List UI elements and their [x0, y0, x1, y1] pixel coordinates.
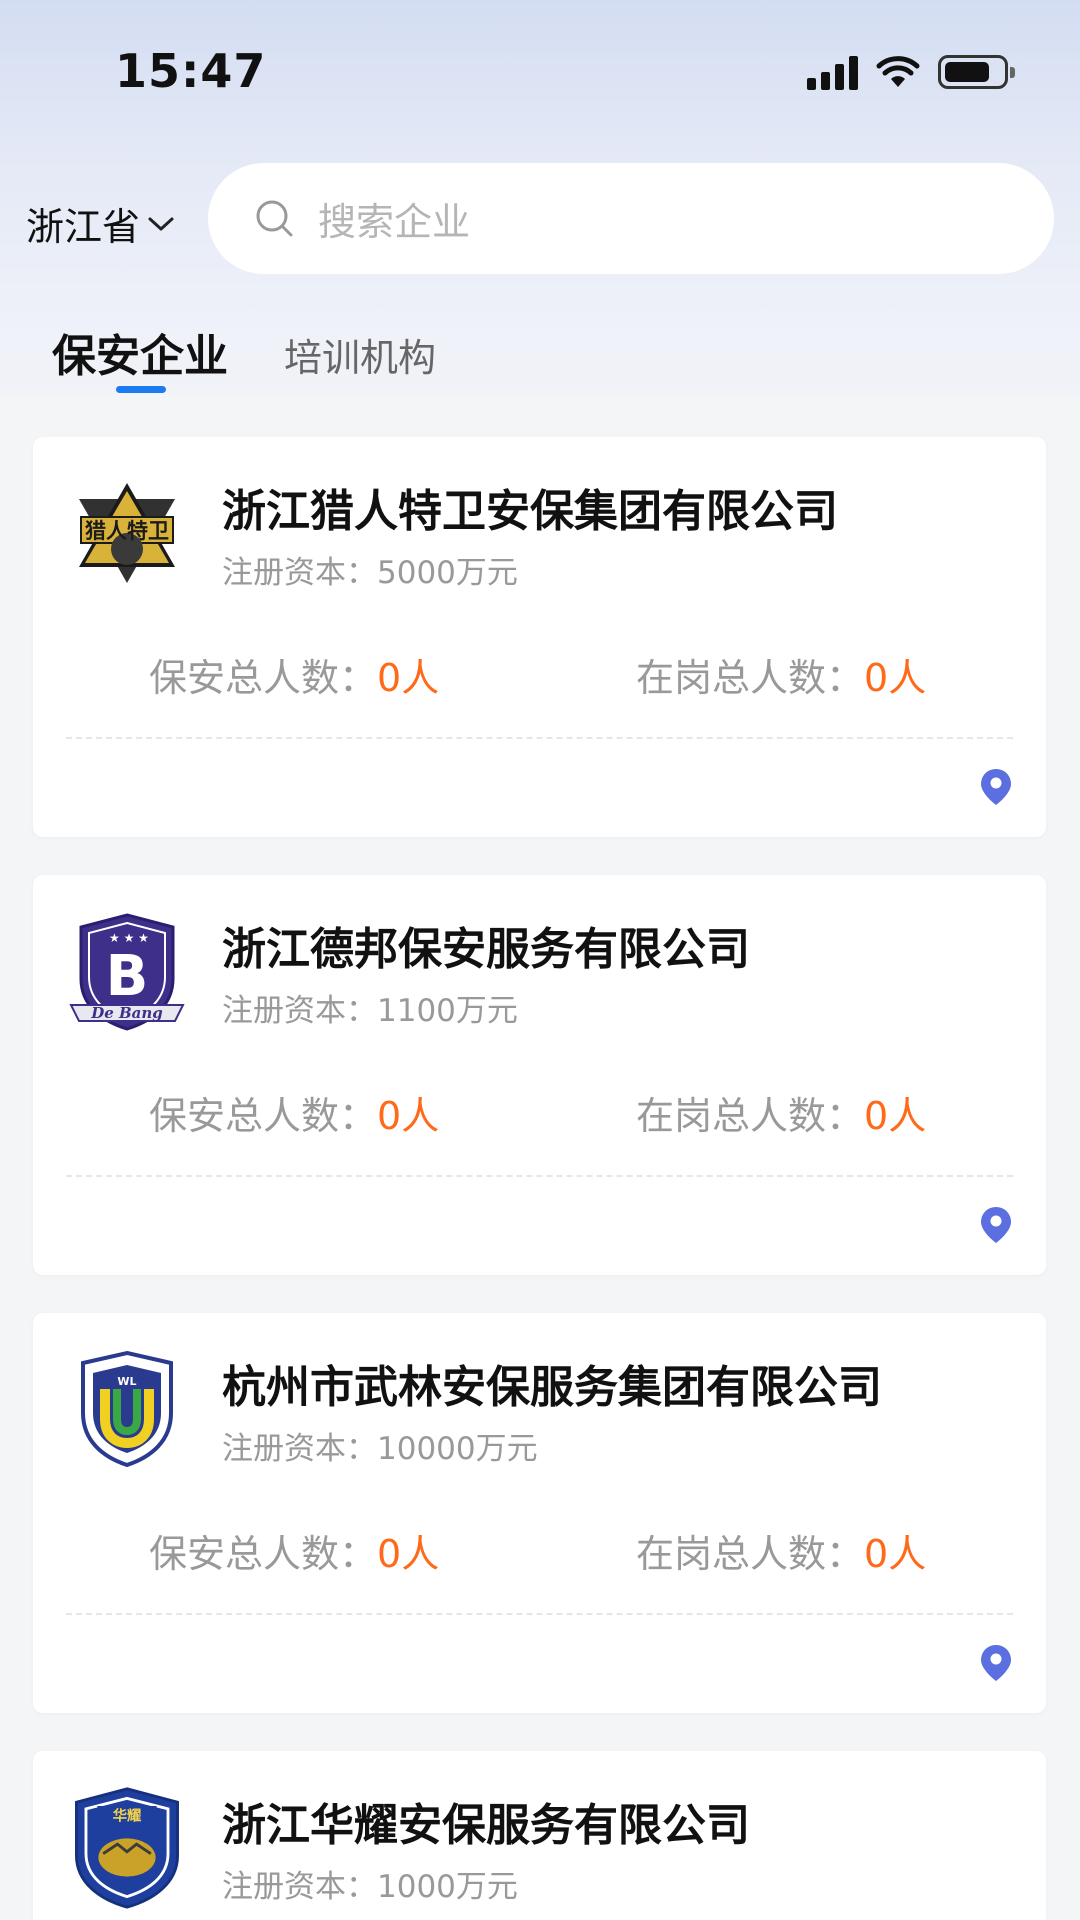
company-name: 杭州市武林安保服务集团有限公司	[222, 1362, 882, 1413]
company-name: 浙江猎人特卫安保集团有限公司	[222, 486, 838, 537]
guard-count-value: 0人	[377, 656, 440, 700]
on-duty-count: 在岗总人数：0人	[636, 1523, 926, 1578]
company-logo: ★ ★ ★ B De Bang	[65, 909, 189, 1033]
company-logo: 华耀	[65, 1785, 189, 1909]
on-duty-count: 在岗总人数：0人	[636, 1085, 926, 1140]
tab-label: 保安企业	[52, 331, 228, 382]
registered-capital: 注册资本：1100万元	[222, 993, 518, 1029]
tab-training-institutions[interactable]: 培训机构	[284, 327, 436, 384]
tab-security-companies[interactable]: 保安企业	[52, 320, 228, 393]
registered-capital: 注册资本：5000万元	[222, 555, 518, 591]
on-duty-count: 在岗总人数：0人	[636, 647, 926, 702]
company-name: 浙江德邦保安服务有限公司	[222, 924, 750, 975]
on-duty-count-label: 在岗总人数：	[636, 656, 865, 700]
registered-capital: 注册资本：10000万元	[222, 1431, 538, 1467]
registered-capital: 注册资本：1000万元	[222, 1869, 518, 1905]
divider	[66, 1613, 1013, 1615]
status-icons	[807, 50, 1015, 94]
company-card[interactable]: WL 杭州市武林安保服务集团有限公司 注册资本：10000万元 保安总人数：0人…	[33, 1313, 1046, 1713]
guard-count-value: 0人	[377, 1532, 440, 1576]
chevron-down-icon	[148, 217, 174, 230]
company-logo: 猎人特卫	[65, 471, 189, 595]
company-logo: WL	[65, 1347, 189, 1471]
divider	[66, 737, 1013, 739]
location-pin-icon[interactable]	[979, 1643, 1013, 1683]
tab-active-indicator	[116, 386, 166, 393]
divider	[66, 1175, 1013, 1177]
company-card[interactable]: ★ ★ ★ B De Bang 浙江德邦保安服务有限公司 注册资本：1100万元…	[33, 875, 1046, 1275]
battery-icon	[938, 55, 1015, 89]
on-duty-count-label: 在岗总人数：	[636, 1094, 865, 1138]
guard-count: 保安总人数：0人	[149, 1085, 439, 1140]
guard-count-value: 0人	[377, 1094, 440, 1138]
logo-text: 华耀	[113, 1806, 142, 1824]
on-duty-count-label: 在岗总人数：	[636, 1532, 865, 1576]
guard-count-label: 保安总人数：	[149, 656, 378, 700]
tab-bar: 保安企业 培训机构	[52, 320, 436, 393]
on-duty-count-value: 0人	[864, 656, 927, 700]
svg-text:B: B	[106, 944, 149, 1009]
province-label: 浙江省	[26, 205, 141, 249]
location-pin-icon[interactable]	[979, 767, 1013, 807]
logo-text: 猎人特卫	[85, 519, 169, 543]
search-placeholder: 搜索企业	[318, 200, 471, 244]
wifi-icon	[876, 56, 920, 87]
guard-count-label: 保安总人数：	[149, 1094, 378, 1138]
location-pin-icon[interactable]	[979, 1205, 1013, 1245]
company-name: 浙江华耀安保服务有限公司	[222, 1800, 750, 1851]
guard-count-label: 保安总人数：	[149, 1532, 378, 1576]
guard-count: 保安总人数：0人	[149, 1523, 439, 1578]
status-time: 15:47	[115, 44, 267, 98]
guard-count: 保安总人数：0人	[149, 647, 439, 702]
on-duty-count-value: 0人	[864, 1532, 927, 1576]
company-card[interactable]: 猎人特卫 浙江猎人特卫安保集团有限公司 注册资本：5000万元 保安总人数：0人…	[33, 437, 1046, 837]
logo-text: De Bang	[90, 1004, 163, 1022]
logo-text: WL	[117, 1375, 136, 1388]
tab-label: 培训机构	[284, 336, 437, 380]
search-input[interactable]: 搜索企业	[208, 163, 1054, 274]
search-icon	[256, 200, 293, 236]
company-card[interactable]: 华耀 浙江华耀安保服务有限公司 注册资本：1000万元	[33, 1751, 1046, 1920]
on-duty-count-value: 0人	[864, 1094, 927, 1138]
svg-text:★ ★ ★: ★ ★ ★	[109, 931, 149, 945]
province-selector[interactable]: 浙江省	[26, 196, 176, 251]
cellular-signal-icon	[807, 54, 858, 90]
